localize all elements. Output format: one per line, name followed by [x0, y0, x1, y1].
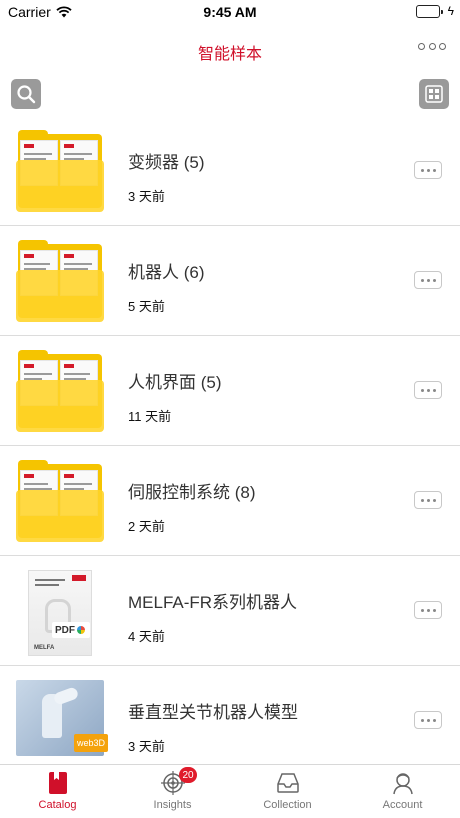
inbox-icon [276, 773, 299, 793]
folder-thumbnail [16, 460, 104, 542]
web3d-badge: web3D [74, 734, 108, 752]
tab-bar: Catalog 20 Insights Collection Account [0, 764, 460, 818]
tab-account[interactable]: Account [345, 765, 460, 818]
tab-label: Collection [263, 799, 312, 811]
item-title: 垂直型关节机器人模型 [128, 703, 298, 722]
pdf-badge: PDF [52, 622, 90, 638]
web3d-thumbnail: web3D [16, 680, 108, 762]
list-item[interactable]: 人机界面 (5) 11 天前 [0, 336, 460, 446]
item-title: 伺服控制系统 (8) [128, 483, 256, 502]
list-item[interactable]: web3D 垂直型关节机器人模型 3 天前 [0, 666, 460, 776]
user-icon [392, 773, 413, 795]
pdf-thumbnail: MELFA PDF [16, 570, 104, 656]
charging-icon: ϟ [447, 4, 454, 18]
notification-badge: 20 [179, 767, 197, 783]
grid-view-button[interactable] [419, 79, 449, 109]
folder-thumbnail [16, 350, 104, 432]
item-date: 4 天前 [128, 629, 165, 644]
list-item[interactable]: MELFA PDF MELFA-FR系列机器人 4 天前 [0, 556, 460, 666]
item-more-button[interactable] [414, 711, 442, 729]
item-more-button[interactable] [414, 601, 442, 619]
item-more-button[interactable] [414, 381, 442, 399]
item-date: 2 天前 [128, 519, 165, 534]
tab-label: Catalog [38, 799, 77, 811]
folder-thumbnail [16, 130, 104, 212]
book-icon [48, 772, 67, 794]
more-options-icon[interactable] [418, 38, 446, 54]
item-title: 变频器 (5) [128, 153, 205, 172]
item-more-button[interactable] [414, 161, 442, 179]
list-item[interactable]: 机器人 (6) 5 天前 [0, 226, 460, 336]
item-date: 3 天前 [128, 739, 165, 754]
item-title: MELFA-FR系列机器人 [128, 593, 298, 612]
item-date: 5 天前 [128, 299, 165, 314]
item-date: 11 天前 [128, 409, 172, 424]
item-date: 3 天前 [128, 189, 165, 204]
battery-icon [416, 5, 443, 18]
nav-bar: 智能样本 [0, 24, 460, 76]
item-more-button[interactable] [414, 491, 442, 509]
clock: 9:45 AM [203, 4, 257, 20]
tab-label: Insights [153, 799, 192, 811]
page-title: 智能样本 [197, 46, 262, 63]
tab-catalog[interactable]: Catalog [0, 765, 115, 818]
folder-thumbnail [16, 240, 104, 322]
item-more-button[interactable] [414, 271, 442, 289]
status-bar: Carrier 9:45 AM ϟ [0, 0, 460, 24]
grid-view-icon [425, 85, 443, 103]
list-item[interactable]: 变频器 (5) 3 天前 [0, 116, 460, 226]
list-item[interactable]: 伺服控制系统 (8) 2 天前 [0, 446, 460, 556]
item-title: 人机界面 (5) [128, 373, 222, 392]
item-title: 机器人 (6) [128, 263, 205, 282]
tab-insights[interactable]: 20 Insights [115, 765, 230, 818]
search-icon [17, 85, 36, 104]
tab-label: Account [382, 799, 423, 811]
catalog-list: 变频器 (5) 3 天前 机器人 (6) 5 天前 人机界面 (5) 11 天前… [0, 116, 460, 776]
tab-collection[interactable]: Collection [230, 765, 345, 818]
search-button[interactable] [11, 79, 41, 109]
